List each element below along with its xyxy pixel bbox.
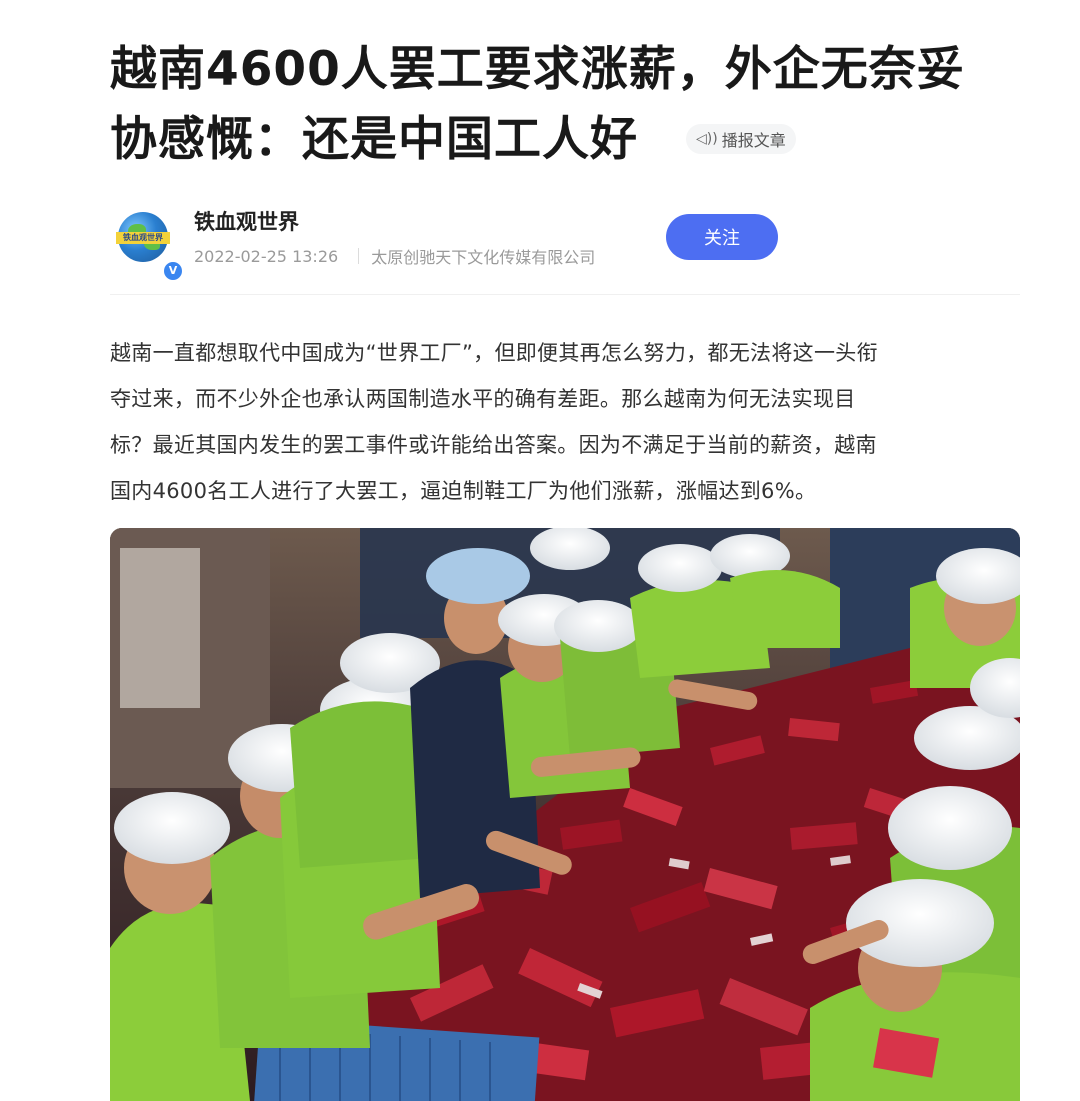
avatar[interactable]: 铁血观世界 V	[116, 212, 184, 282]
author-name[interactable]: 铁血观世界	[194, 206, 299, 236]
listen-article-button[interactable]: ◁)) 播报文章	[686, 124, 796, 154]
article-paragraph: 越南一直都想取代中国成为“世界工厂”，但即便其再怎么努力，都无法将这一头衔 夺过…	[110, 330, 1020, 514]
article-title-line-1: 越南4600人罢工要求涨薪，外企无奈妥	[110, 42, 965, 97]
paragraph-line: 国内4600名工人进行了大罢工，逼迫制鞋工厂为他们涨薪，涨幅达到6%。	[110, 479, 817, 503]
follow-button[interactable]: 关注	[666, 214, 778, 260]
listen-article-label: 播报文章	[721, 131, 786, 150]
author-row: 铁血观世界 V 铁血观世界 2022-02-25 13:26 太原创驰天下文化传…	[110, 200, 1020, 282]
publisher-source: 太原创驰天下文化传媒有限公司	[371, 248, 596, 267]
meta-divider	[358, 248, 360, 264]
verified-icon: V	[162, 260, 184, 282]
article-meta: 2022-02-25 13:26 太原创驰天下文化传媒有限公司	[194, 244, 595, 268]
divider	[110, 294, 1020, 295]
paragraph-line: 标？最近其国内发生的罢工事件或许能给出答案。因为不满足于当前的薪资，越南	[110, 433, 877, 457]
factory-workers-photo	[110, 528, 1020, 1101]
article-title-line-2: 协感慨：还是中国工人好	[110, 112, 638, 167]
speaker-icon: ◁))	[696, 131, 718, 147]
publish-date: 2022-02-25 13:26	[194, 246, 339, 266]
avatar-logo-text: 铁血观世界	[116, 232, 170, 244]
paragraph-line: 夺过来，而不少外企也承认两国制造水平的确有差距。那么越南为何无法实现目	[110, 387, 856, 411]
paragraph-line: 越南一直都想取代中国成为“世界工厂”，但即便其再怎么努力，都无法将这一头衔	[110, 341, 878, 365]
